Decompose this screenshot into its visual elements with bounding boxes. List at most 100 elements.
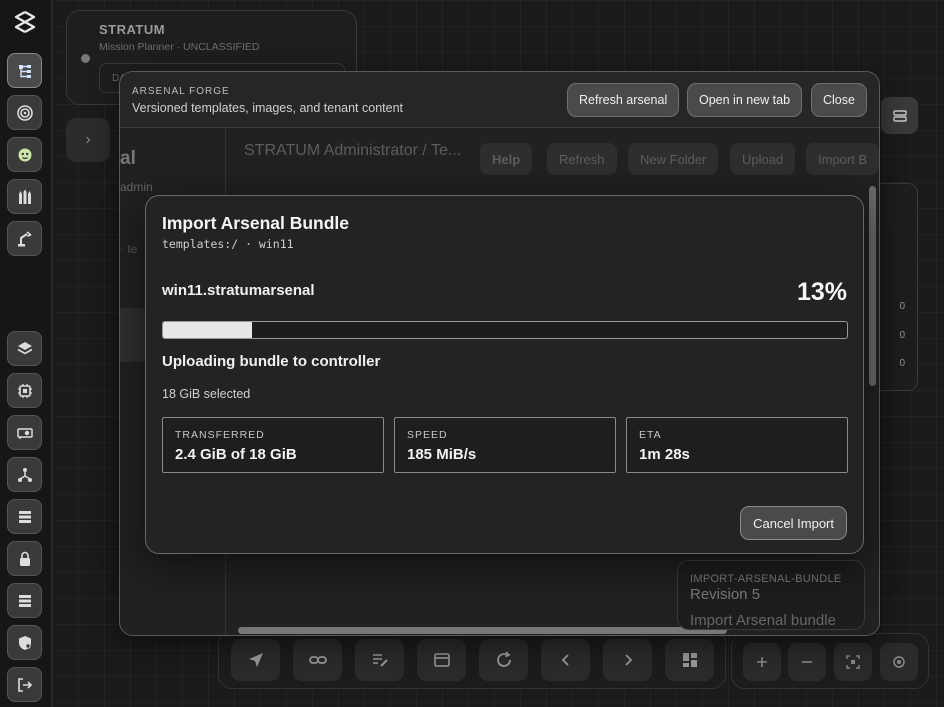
rail-lock-button[interactable] — [7, 541, 42, 576]
count-value: 0 — [899, 330, 905, 341]
rail-bug-button[interactable] — [7, 137, 42, 172]
refresh-button[interactable]: Refresh — [547, 143, 617, 175]
edit-notes-button[interactable] — [355, 639, 404, 681]
navigate-button[interactable] — [231, 639, 280, 681]
revision-card: IMPORT-ARSENAL-BUNDLE Revision 5 Import … — [677, 560, 865, 630]
forge-header: ARSENAL FORGE Versioned templates, image… — [120, 72, 879, 128]
rail-target-button[interactable] — [7, 95, 42, 130]
planner-title: STRATUM — [99, 22, 166, 37]
forge-subtitle: Versioned templates, images, and tenant … — [132, 101, 404, 115]
rail-robot-arm-button[interactable] — [7, 221, 42, 256]
stat-transferred: TRANSFERRED 2.4 GiB of 18 GiB — [162, 417, 384, 473]
target-icon — [16, 104, 33, 121]
revision-kind: IMPORT-ARSENAL-BUNDLE — [690, 573, 842, 585]
chevron-right-icon: › — [85, 131, 91, 148]
help-button[interactable]: Help — [480, 143, 533, 175]
dialog-path: templates:/ · win11 — [162, 237, 294, 251]
sidebar-item[interactable]: · te — [120, 242, 137, 256]
open-new-tab-button[interactable]: Open in new tab — [687, 83, 803, 117]
upload-status: Uploading bundle to controller — [162, 353, 381, 370]
rail-network-button[interactable] — [7, 457, 42, 492]
rail-logout-button[interactable] — [7, 667, 42, 702]
window-button[interactable] — [417, 639, 466, 681]
stat-value: 2.4 GiB of 18 GiB — [175, 446, 297, 463]
progress-percent: 13% — [796, 278, 847, 306]
forge-eyebrow: ARSENAL FORGE — [132, 86, 230, 97]
navigate-icon — [248, 653, 263, 667]
reload-button[interactable] — [479, 639, 528, 681]
count-value: 0 — [899, 358, 905, 369]
plus-icon — [757, 657, 767, 667]
layout-button[interactable] — [665, 639, 714, 681]
horizontal-scrollbar[interactable] — [238, 627, 727, 634]
panel-toggle-button[interactable] — [881, 97, 918, 134]
chevron-left-icon — [561, 654, 569, 666]
stat-label: TRANSFERRED — [175, 429, 265, 441]
list-icon — [18, 510, 31, 523]
vertical-scrollbar[interactable] — [869, 186, 876, 386]
expand-panel-button[interactable]: › — [66, 118, 110, 162]
revision-title: Import Arsenal bundle — [690, 612, 836, 629]
server-list-icon — [18, 594, 31, 607]
rail-list-button[interactable] — [7, 499, 42, 534]
edit-list-icon — [372, 654, 388, 667]
fit-view-icon — [846, 655, 860, 669]
chip-icon — [17, 383, 32, 398]
rail-ammo-button[interactable] — [7, 179, 42, 214]
link-button[interactable] — [293, 639, 342, 681]
rail-layers-button[interactable] — [7, 331, 42, 366]
dialog-title: Import Arsenal Bundle — [162, 213, 350, 233]
stat-value: 185 MiB/s — [407, 446, 477, 463]
selection-size: 18 GiB selected — [162, 387, 251, 401]
server-icon — [892, 109, 907, 122]
rail-shield-button[interactable] — [7, 625, 42, 660]
bug-icon — [18, 148, 31, 161]
planner-subtitle: Mission Planner · UNCLASSIFIED — [99, 41, 260, 53]
import-button[interactable]: Import B — [806, 143, 879, 175]
close-button[interactable]: Close — [811, 83, 867, 117]
cancel-import-button[interactable]: Cancel Import — [740, 506, 847, 540]
chevron-right-icon — [624, 654, 632, 666]
fit-view-button[interactable] — [834, 643, 872, 681]
rail-sitemap-button[interactable] — [7, 53, 42, 88]
zoom-in-button[interactable] — [743, 643, 781, 681]
new-folder-button[interactable]: New Folder — [628, 143, 719, 175]
zoom-out-button[interactable] — [788, 643, 826, 681]
link-icon — [308, 656, 327, 664]
stat-label: SPEED — [407, 429, 448, 441]
sidebar-role: admin — [120, 180, 153, 194]
bundle-filename: win11.stratumarsenal — [162, 282, 315, 299]
gpu-icon — [16, 427, 33, 439]
robot-arm-icon — [17, 230, 31, 246]
upload-button[interactable]: Upload — [730, 143, 796, 175]
locate-button[interactable] — [880, 643, 918, 681]
ammo-icon — [18, 189, 31, 204]
crosshair-icon — [893, 656, 905, 668]
dashboard-icon — [682, 653, 697, 667]
import-bundle-dialog: Import Arsenal Bundle templates:/ · win1… — [145, 195, 864, 554]
forward-button[interactable] — [603, 639, 652, 681]
left-rail — [0, 0, 52, 707]
back-button[interactable] — [541, 639, 590, 681]
count-value: 0 — [899, 301, 905, 312]
reload-icon — [496, 651, 511, 667]
stat-label: ETA — [639, 429, 662, 441]
shield-icon — [18, 635, 31, 650]
rail-chip-button[interactable] — [7, 373, 42, 408]
rail-gpu-button[interactable] — [7, 415, 42, 450]
revision-number: Revision 5 — [690, 586, 761, 603]
layers-icon — [17, 341, 32, 354]
progress-fill — [163, 322, 252, 338]
stratum-logo — [14, 10, 36, 34]
refresh-arsenal-button[interactable]: Refresh arsenal — [567, 83, 680, 117]
minus-icon — [802, 661, 812, 663]
zoom-toolbar — [731, 633, 929, 689]
lock-icon — [19, 551, 30, 566]
bottom-toolbar — [218, 630, 726, 689]
stat-eta: ETA 1m 28s — [626, 417, 848, 473]
status-dot — [81, 54, 90, 63]
stat-value: 1m 28s — [639, 446, 690, 463]
progress-bar — [162, 321, 848, 339]
rail-server-list-button[interactable] — [7, 583, 42, 618]
window-icon — [433, 653, 450, 667]
